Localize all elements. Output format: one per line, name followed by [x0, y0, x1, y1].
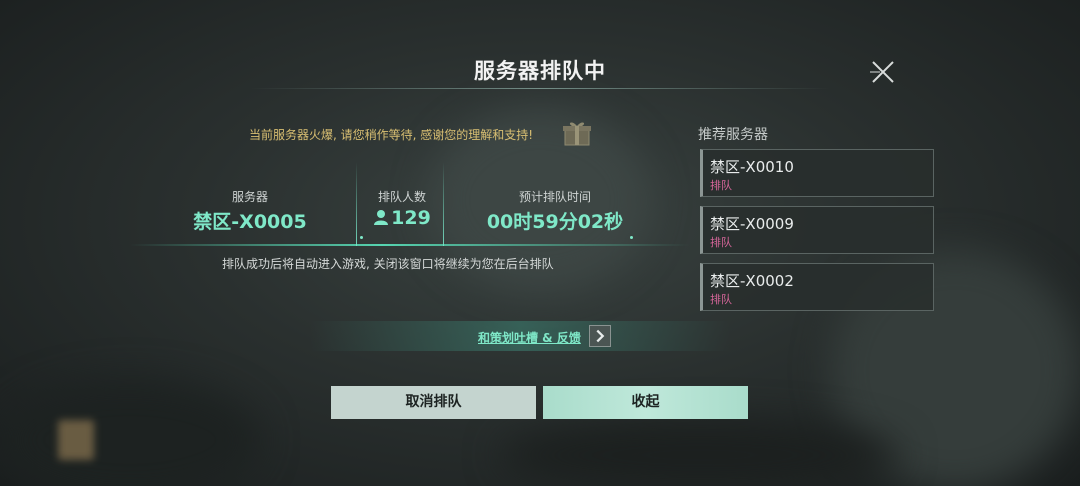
server-name: 禁区-X0002: [710, 272, 794, 290]
server-card[interactable]: 禁区-X0009 排队: [700, 206, 934, 254]
info-glow-line: [130, 244, 690, 246]
queue-count-label: 排队人数: [377, 190, 426, 204]
server-info: 服务器 禁区-X0005: [190, 188, 310, 234]
collapse-button[interactable]: 收起: [543, 386, 748, 419]
chevron-right-icon: [596, 329, 605, 343]
queue-hint: 排队成功后将自动进入游戏, 关闭该窗口将继续为您在后台排队: [222, 257, 554, 271]
person-icon: [374, 210, 389, 225]
server-status: 排队: [710, 236, 732, 249]
cancel-queue-button[interactable]: 取消排队: [331, 386, 536, 419]
server-card[interactable]: 禁区-X0002 排队: [700, 263, 934, 311]
wait-time-label: 预计排队时间: [518, 190, 591, 204]
title-divider: [250, 88, 830, 89]
decor-dot: [360, 236, 363, 239]
close-icon: [870, 61, 894, 83]
queue-count-value: 129: [391, 207, 431, 229]
feedback-arrow-button[interactable]: [589, 325, 611, 347]
gift-icon: [563, 122, 591, 146]
server-status: 排队: [710, 293, 732, 306]
server-card[interactable]: 禁区-X0010 排队: [700, 149, 934, 197]
background-shadow: [500, 420, 900, 486]
background-shadow: [0, 380, 260, 486]
feedback-link[interactable]: 和策划吐槽 & 反馈: [478, 329, 581, 346]
background-blurred-icon: [58, 420, 94, 460]
queue-count-value-wrap: 129: [362, 207, 442, 229]
server-label: 服务器: [231, 190, 268, 204]
server-value: 禁区-X0005: [193, 211, 307, 233]
queue-info-panel: 服务器 禁区-X0005 排队人数 129 预计排队时间 00时59分02秒: [130, 162, 690, 246]
server-name: 禁区-X0010: [710, 158, 794, 176]
wait-time-info: 预计排队时间 00时59分02秒: [475, 188, 635, 234]
dialog-title: 服务器排队中: [474, 59, 606, 83]
info-divider: [443, 162, 444, 246]
info-divider: [356, 162, 357, 246]
decor-dot: [630, 236, 633, 239]
wait-time-value: 00时59分02秒: [486, 211, 624, 233]
queue-notice: 当前服务器火爆, 请您稍作等待, 感谢您的理解和支持!: [249, 128, 534, 142]
queue-count-info: 排队人数 129: [362, 188, 442, 229]
server-status: 排队: [710, 179, 732, 192]
server-name: 禁区-X0009: [710, 215, 794, 233]
recommended-servers-title: 推荐服务器: [698, 127, 768, 143]
close-button[interactable]: [866, 56, 900, 88]
